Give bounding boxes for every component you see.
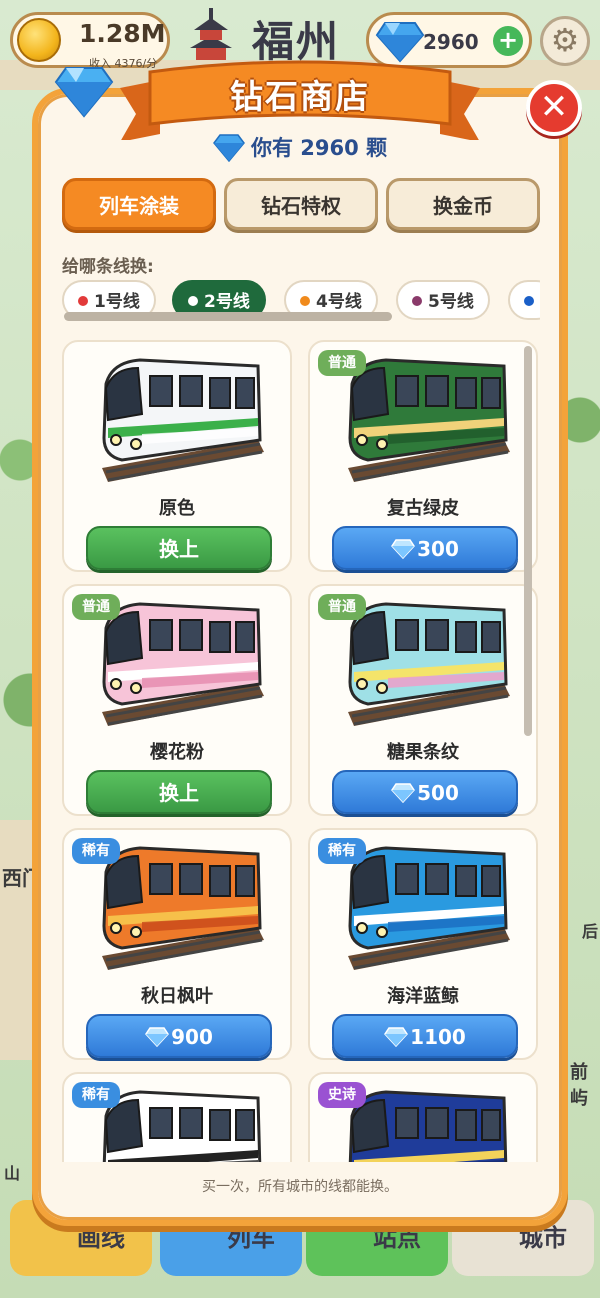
skin-name: 樱花粉 xyxy=(150,742,204,763)
rarity-tag: 史诗 xyxy=(318,1082,366,1108)
tab-diamond-perks[interactable]: 钻石特权 xyxy=(224,178,378,230)
diamond-balance-text: 你有 2960 颗 xyxy=(250,136,388,160)
skin-card[interactable]: 稀有秋日枫叶 900 xyxy=(62,828,292,1060)
diamond-icon xyxy=(54,67,114,118)
equip-button[interactable]: 换上 xyxy=(86,770,272,814)
line-color-dot xyxy=(412,296,422,306)
skin-name: 秋日枫叶 xyxy=(141,986,213,1007)
rarity-tag: 稀有 xyxy=(318,838,366,864)
diamond-icon xyxy=(391,783,416,803)
diamond-icon xyxy=(375,22,425,63)
line-color-dot xyxy=(78,296,88,306)
skin-grid: 原色 换上 普通 复古绿皮 300 普通 樱花粉 换上 普通 糖果条纹 500 稀有 秋日枫叶 900 稀有… xyxy=(62,340,540,1162)
skin-name: 复古绿皮 xyxy=(387,498,459,519)
rarity-tag: 稀有 xyxy=(72,1082,120,1108)
line-selector-scrollbar[interactable] xyxy=(64,312,392,321)
tab-exchange-coins[interactable]: 换金币 xyxy=(386,178,540,230)
skin-name: 糖果条纹 xyxy=(387,742,459,763)
line-chip-label: 1号线 xyxy=(94,292,140,312)
buy-button[interactable]: 900 xyxy=(86,1014,272,1058)
gem-count: 2960 xyxy=(423,30,479,54)
line-color-dot xyxy=(300,296,310,306)
skin-card[interactable]: 稀有 xyxy=(62,1072,292,1162)
close-icon: ✕ xyxy=(539,87,569,127)
skin-name: 原色 xyxy=(159,498,195,519)
equip-label: 换上 xyxy=(159,537,199,561)
line-color-dot xyxy=(188,296,198,306)
train-skin-preview xyxy=(102,358,264,482)
shop-title: 钻石商店 xyxy=(230,77,370,116)
close-button[interactable]: ✕ xyxy=(526,80,582,136)
map-label-hou: 后 xyxy=(582,922,599,941)
line-chip-label: 5号线 xyxy=(428,292,474,312)
line-chip-label: 2号线 xyxy=(204,292,250,312)
price-label: 300 xyxy=(417,537,459,561)
map-label-qianyu: 前屿 xyxy=(570,1062,588,1109)
skin-card[interactable]: 原色 换上 xyxy=(62,340,292,572)
skin-card[interactable]: 史诗 xyxy=(308,1072,538,1162)
diamond-icon xyxy=(391,539,416,559)
line-color-dot xyxy=(524,296,534,306)
rarity-tag: 普通 xyxy=(318,594,366,620)
coin-amount: 1.28M xyxy=(79,19,166,48)
rarity-tag: 普通 xyxy=(318,350,366,376)
rarity-tag: 稀有 xyxy=(72,838,120,864)
skin-grid-scrollbar[interactable] xyxy=(524,346,532,736)
diamond-icon xyxy=(145,1027,170,1047)
tab-train-skins[interactable]: 列车涂装 xyxy=(62,178,216,230)
buy-button[interactable]: 1100 xyxy=(332,1014,518,1058)
buy-button[interactable]: 500 xyxy=(332,770,518,814)
pagoda-icon xyxy=(190,8,232,60)
buy-button[interactable]: 300 xyxy=(332,526,518,570)
skin-card[interactable]: 普通樱花粉换上 xyxy=(62,584,292,816)
coin-icon xyxy=(17,18,61,62)
skin-card[interactable]: 稀有海洋蓝鲸 1100 xyxy=(308,828,538,1060)
footer-note: 买一次，所有城市的线都能换。 xyxy=(202,1179,398,1195)
skin-card[interactable]: 普通糖果条纹 500 xyxy=(308,584,538,816)
diamond-icon xyxy=(384,1027,409,1047)
equip-label: 换上 xyxy=(159,781,199,805)
line-chip-more[interactable] xyxy=(508,280,540,320)
gear-icon: ⚙ xyxy=(550,21,580,59)
diamond-balance: 你有 2960 颗 xyxy=(0,132,600,162)
price-label: 1100 xyxy=(410,1025,466,1049)
skin-card[interactable]: 普通复古绿皮 300 xyxy=(308,340,538,572)
line-chip-5[interactable]: 5号线 xyxy=(396,280,490,320)
skin-name: 海洋蓝鲸 xyxy=(387,986,459,1007)
price-label: 500 xyxy=(417,781,459,805)
price-label: 900 xyxy=(171,1025,213,1049)
rarity-tag: 普通 xyxy=(72,594,120,620)
add-gems-button[interactable]: + xyxy=(493,26,523,56)
diamond-icon xyxy=(212,134,245,162)
equip-button[interactable]: 换上 xyxy=(86,526,272,570)
settings-button[interactable]: ⚙ xyxy=(540,16,590,66)
line-select-label: 给哪条线换: xyxy=(62,257,154,277)
line-chip-label: 4号线 xyxy=(316,292,362,312)
